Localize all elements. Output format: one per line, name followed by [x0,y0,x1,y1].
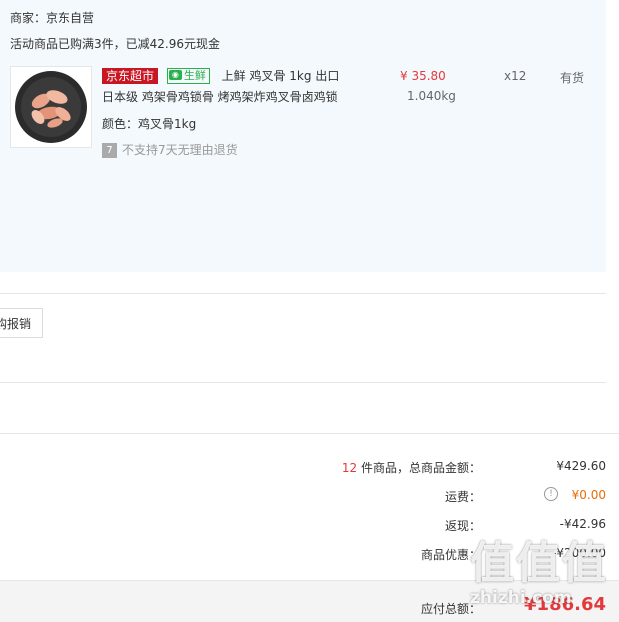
payable-amount: ¥186.64 [524,594,606,615]
no-return-icon: 7 [102,143,117,158]
divider [0,433,619,434]
promotion-text: 活动商品已购满3件，已减42.96元现金 [10,37,220,51]
return-policy: 7 不支持7天无理由退货 [102,141,238,158]
product-title-line2[interactable]: 日本级 鸡架骨鸡锁骨 烤鸡架炸鸡叉骨卤鸡锁 [102,88,338,105]
discount-label: 商品优惠： [420,548,481,562]
return-policy-text: 不支持7天无理由退货 [122,143,238,157]
product-color: 颜色：鸡叉骨1kg [102,117,197,131]
total-items-label: 12 件商品，总商品金额： [342,459,481,476]
item-count-suffix: 件商品，总商品金额： [357,461,481,475]
fresh-tag: ◉ 生鲜 [166,67,210,84]
reimburse-button[interactable]: 购报销 [0,308,43,338]
reimburse-button-label: 购报销 [0,317,31,331]
product-quantity: x12 [504,69,527,83]
product-price: ¥ 35.80 [400,69,446,83]
rebate-amount: -¥42.96 [559,517,606,531]
divider [0,382,606,383]
fresh-tag-label: 生鲜 [183,68,206,82]
product-title-line1[interactable]: 京东超市 ◉ 生鲜 上鲜 鸡叉骨 1kg 出口 [102,67,339,84]
divider [0,293,606,294]
product-weight: 1.040kg [407,89,456,103]
shipping-amount: ¥0.00 [571,488,606,502]
jd-supermarket-tag: 京东超市 [102,67,159,84]
shipping-label: 运费： [444,490,481,504]
item-count: 12 [341,461,358,475]
product-image[interactable] [10,66,92,148]
rebate-label: 返现： [444,519,481,533]
fresh-leaf-icon: ◉ [168,69,182,80]
total-amount: ¥429.60 [556,459,606,473]
stock-status: 有货 [560,71,585,85]
payable-label: 应付总额： [420,602,481,616]
info-icon[interactable]: ! [544,487,558,501]
discount-amount: -¥200.00 [552,546,606,560]
chicken-plate-image [15,71,87,143]
product-title-text[interactable]: 上鲜 鸡叉骨 1kg 出口 [222,69,340,83]
shop-name[interactable]: 商家：京东自营 [10,9,94,26]
